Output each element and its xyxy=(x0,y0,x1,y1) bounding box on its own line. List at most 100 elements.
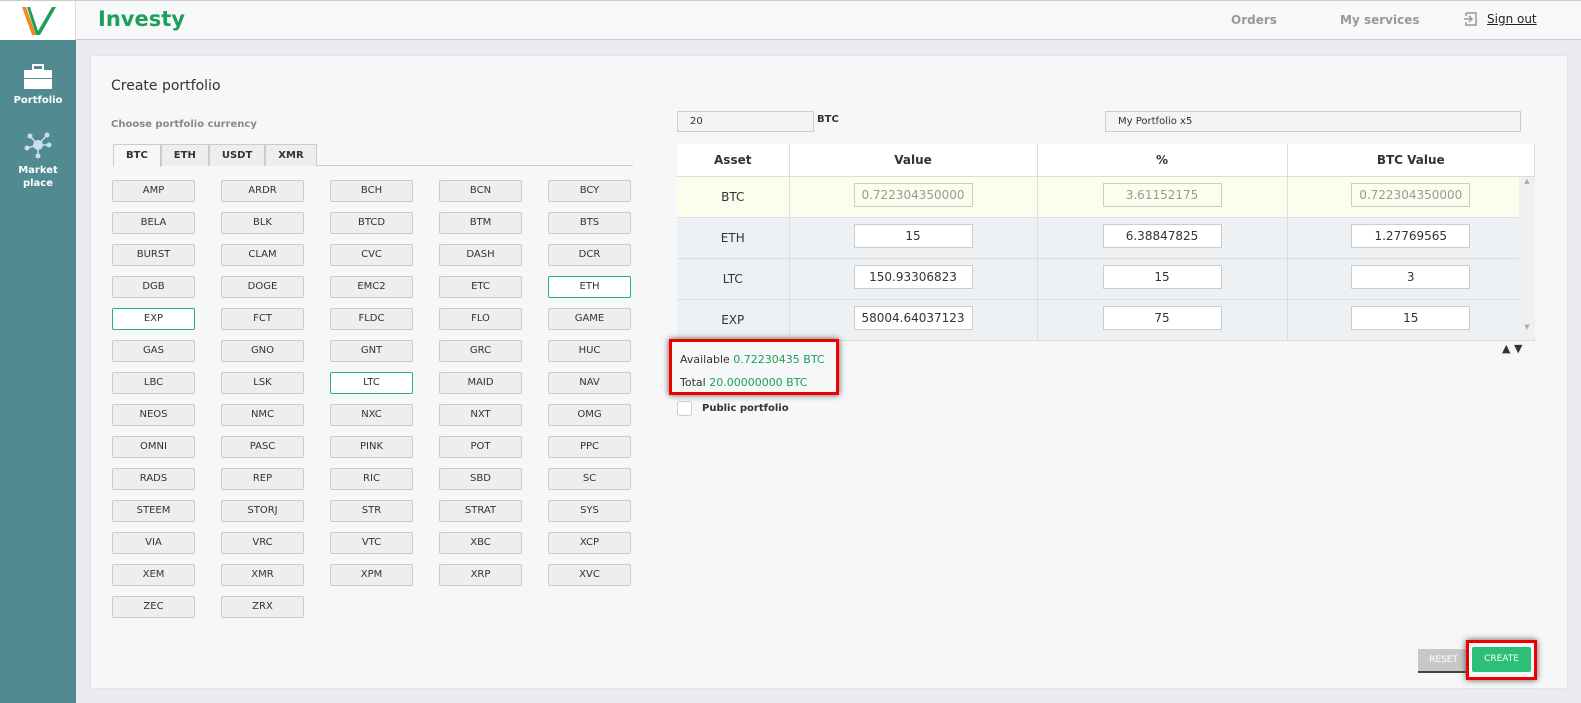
table-scrollbar[interactable]: ▲ ▼ xyxy=(1519,177,1535,337)
coin-button-dgb[interactable]: DGB xyxy=(112,276,195,298)
coin-button-fct[interactable]: FCT xyxy=(221,308,304,330)
coin-button-vrc[interactable]: VRC xyxy=(221,532,304,554)
sort-arrows[interactable]: ▲ ▼ xyxy=(1502,342,1522,355)
coin-button-ric[interactable]: RIC xyxy=(330,468,413,490)
percent-input[interactable]: 75 xyxy=(1102,306,1222,330)
percent-input[interactable]: 6.38847825 xyxy=(1102,224,1222,248)
coin-button-exp[interactable]: EXP xyxy=(112,308,195,330)
coin-button-bcn[interactable]: BCN xyxy=(439,180,522,202)
coin-button-dcr[interactable]: DCR xyxy=(548,244,631,266)
coin-button-eth[interactable]: ETH xyxy=(548,276,631,298)
coin-button-xem[interactable]: XEM xyxy=(112,564,195,586)
table-row: BTC 0.722304350000 3.61152175 0.72230435000… xyxy=(677,176,1535,218)
coin-button-btm[interactable]: BTM xyxy=(439,212,522,234)
coin-button-gas[interactable]: GAS xyxy=(112,340,195,362)
logo[interactable] xyxy=(0,1,76,40)
coin-button-huc[interactable]: HUC xyxy=(548,340,631,362)
coin-button-pink[interactable]: PINK xyxy=(330,436,413,458)
coin-button-xpm[interactable]: XPM xyxy=(330,564,413,586)
coin-button-sbd[interactable]: SBD xyxy=(439,468,522,490)
value-input[interactable]: 58004.64037123 xyxy=(853,306,973,330)
amount-input[interactable]: 20 xyxy=(677,111,814,132)
coin-button-xbc[interactable]: XBC xyxy=(439,532,522,554)
coin-button-sys[interactable]: SYS xyxy=(548,500,631,522)
balance-summary: Available 0.72230435 BTC Total 20.000000… xyxy=(669,339,839,395)
coin-button-lbc[interactable]: LBC xyxy=(112,372,195,394)
coin-button-steem[interactable]: STEEM xyxy=(112,500,195,522)
coin-button-pasc[interactable]: PASC xyxy=(221,436,304,458)
coin-button-grc[interactable]: GRC xyxy=(439,340,522,362)
coin-button-omni[interactable]: OMNI xyxy=(112,436,195,458)
coin-button-nxc[interactable]: NXC xyxy=(330,404,413,426)
reset-button[interactable]: RESET xyxy=(1418,649,1469,673)
coin-button-fldc[interactable]: FLDC xyxy=(330,308,413,330)
coin-button-nav[interactable]: NAV xyxy=(548,372,631,394)
coin-button-game[interactable]: GAME xyxy=(548,308,631,330)
coin-button-zrx[interactable]: ZRX xyxy=(221,596,304,618)
coin-button-emc2[interactable]: EMC2 xyxy=(330,276,413,298)
coin-button-xcp[interactable]: XCP xyxy=(548,532,631,554)
coin-button-nxt[interactable]: NXT xyxy=(439,404,522,426)
coin-button-burst[interactable]: BURST xyxy=(112,244,195,266)
coin-button-ardr[interactable]: ARDR xyxy=(221,180,304,202)
coin-button-dash[interactable]: DASH xyxy=(439,244,522,266)
sign-out-link[interactable]: Sign out xyxy=(1463,12,1537,26)
value-input[interactable]: 0.722304350000 xyxy=(853,183,973,207)
coin-button-neos[interactable]: NEOS xyxy=(112,404,195,426)
coin-button-bch[interactable]: BCH xyxy=(330,180,413,202)
coin-button-rep[interactable]: REP xyxy=(221,468,304,490)
value-input[interactable]: 15 xyxy=(853,224,973,248)
create-button[interactable]: CREATE xyxy=(1472,647,1531,672)
coin-button-clam[interactable]: CLAM xyxy=(221,244,304,266)
tab-eth[interactable]: ETH xyxy=(160,144,209,166)
coin-button-lsk[interactable]: LSK xyxy=(221,372,304,394)
tab-usdt[interactable]: USDT xyxy=(208,144,266,166)
coin-button-doge[interactable]: DOGE xyxy=(221,276,304,298)
value-input[interactable]: 150.93306823 xyxy=(853,265,973,289)
coin-button-etc[interactable]: ETC xyxy=(439,276,522,298)
coin-button-storj[interactable]: STORJ xyxy=(221,500,304,522)
coin-button-xrp[interactable]: XRP xyxy=(439,564,522,586)
coin-button-ltc[interactable]: LTC xyxy=(330,372,413,394)
percent-input[interactable]: 15 xyxy=(1102,265,1222,289)
coin-button-zec[interactable]: ZEC xyxy=(112,596,195,618)
coin-button-cvc[interactable]: CVC xyxy=(330,244,413,266)
btc-value-input[interactable]: 15 xyxy=(1351,306,1471,330)
coin-button-omg[interactable]: OMG xyxy=(548,404,631,426)
coin-button-btcd[interactable]: BTCD xyxy=(330,212,413,234)
btc-value-input[interactable]: 1.27769565 xyxy=(1351,224,1471,248)
coin-button-flo[interactable]: FLO xyxy=(439,308,522,330)
coin-button-xmr[interactable]: XMR xyxy=(221,564,304,586)
coin-button-via[interactable]: VIA xyxy=(112,532,195,554)
sidebar-item-marketplace[interactable]: Market place xyxy=(0,130,76,190)
coin-button-str[interactable]: STR xyxy=(330,500,413,522)
tab-btc[interactable]: BTC xyxy=(113,144,161,167)
tab-xmr[interactable]: XMR xyxy=(265,144,317,166)
coin-button-rads[interactable]: RADS xyxy=(112,468,195,490)
portfolio-name-input[interactable]: My Portfolio x5 xyxy=(1105,111,1521,132)
sidebar-item-portfolio[interactable]: Portfolio xyxy=(0,64,76,107)
coin-button-pot[interactable]: POT xyxy=(439,436,522,458)
coin-button-maid[interactable]: MAID xyxy=(439,372,522,394)
public-portfolio-checkbox[interactable] xyxy=(677,401,692,416)
percent-input[interactable]: 3.61152175 xyxy=(1102,183,1222,207)
coin-button-bcy[interactable]: BCY xyxy=(548,180,631,202)
coin-button-gnt[interactable]: GNT xyxy=(330,340,413,362)
coin-button-bela[interactable]: BELA xyxy=(112,212,195,234)
coin-button-vtc[interactable]: VTC xyxy=(330,532,413,554)
coin-button-sc[interactable]: SC xyxy=(548,468,631,490)
coin-button-blk[interactable]: BLK xyxy=(221,212,304,234)
btc-value-input[interactable]: 3 xyxy=(1351,265,1471,289)
coin-button-gno[interactable]: GNO xyxy=(221,340,304,362)
page-title: Create portfolio xyxy=(111,78,221,94)
coin-button-nmc[interactable]: NMC xyxy=(221,404,304,426)
public-portfolio-option[interactable]: Public portfolio xyxy=(677,401,789,416)
nav-my-services[interactable]: My services xyxy=(1340,13,1419,27)
btc-value-input[interactable]: 0.722304350000 xyxy=(1351,183,1471,207)
coin-button-amp[interactable]: AMP xyxy=(112,180,195,202)
nav-orders[interactable]: Orders xyxy=(1231,13,1277,27)
coin-button-bts[interactable]: BTS xyxy=(548,212,631,234)
coin-button-ppc[interactable]: PPC xyxy=(548,436,631,458)
coin-button-strat[interactable]: STRAT xyxy=(439,500,522,522)
coin-button-xvc[interactable]: XVC xyxy=(548,564,631,586)
